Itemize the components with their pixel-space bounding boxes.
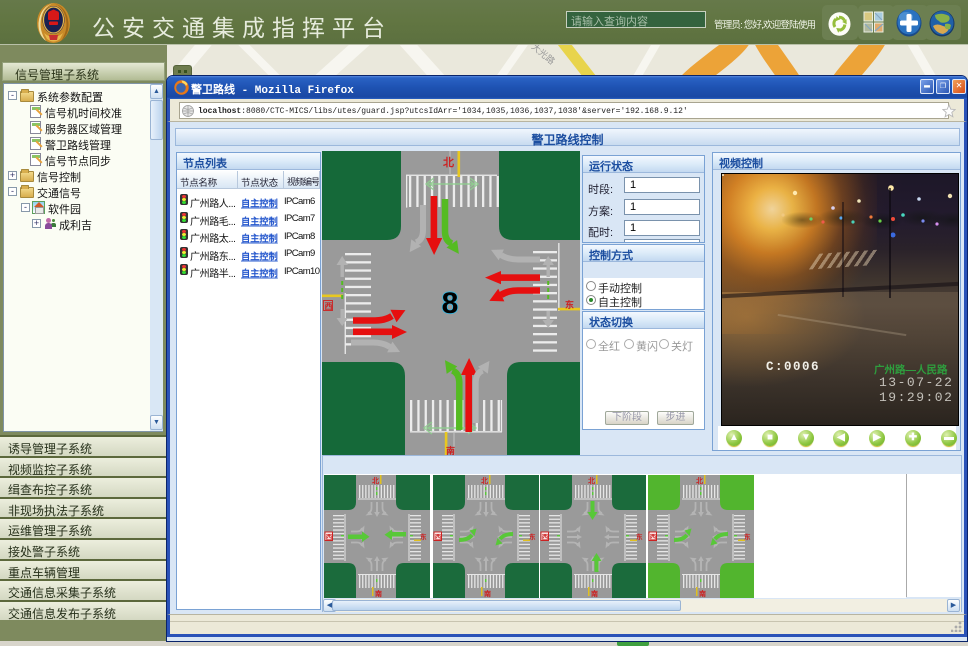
svg-text:西: 西 bbox=[326, 533, 333, 541]
svg-text:西: 西 bbox=[435, 533, 442, 541]
svg-text:北: 北 bbox=[443, 155, 454, 169]
svg-text:东: 东 bbox=[565, 299, 574, 310]
svg-text:东: 东 bbox=[420, 532, 427, 541]
svg-text:南: 南 bbox=[375, 589, 382, 598]
svg-text:东: 东 bbox=[636, 532, 643, 541]
svg-text:东: 东 bbox=[529, 532, 536, 541]
svg-text:西: 西 bbox=[650, 533, 657, 541]
svg-text:西: 西 bbox=[325, 302, 333, 311]
svg-text:北: 北 bbox=[696, 476, 703, 485]
svg-text:北: 北 bbox=[588, 476, 595, 485]
svg-text:南: 南 bbox=[591, 589, 598, 598]
svg-text:北: 北 bbox=[481, 476, 488, 485]
svg-text:北: 北 bbox=[372, 476, 379, 485]
svg-text:东: 东 bbox=[744, 532, 751, 541]
svg-text:西: 西 bbox=[542, 533, 549, 541]
svg-text:8: 8 bbox=[442, 287, 459, 320]
svg-text:南: 南 bbox=[484, 589, 491, 598]
svg-text:南: 南 bbox=[699, 589, 706, 598]
